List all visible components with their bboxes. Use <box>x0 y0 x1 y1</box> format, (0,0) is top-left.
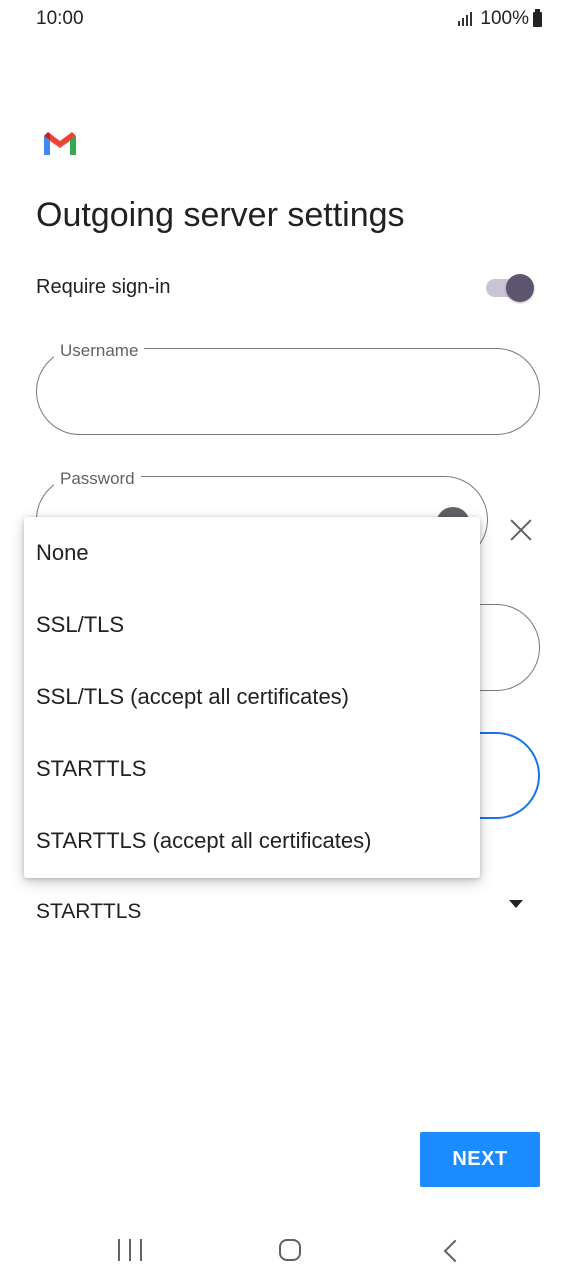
toggle-thumb <box>506 274 534 302</box>
status-indicators: 100% <box>458 8 542 30</box>
navigation-bar <box>0 1215 576 1286</box>
require-signin-label: Require sign-in <box>36 276 171 298</box>
security-type-value[interactable]: STARTTLS <box>36 900 141 924</box>
menu-item-none[interactable]: None <box>36 529 466 577</box>
status-time: 10:00 <box>36 8 84 29</box>
password-label: Password <box>54 469 141 489</box>
status-bar: 10:00 100% <box>0 0 576 40</box>
menu-item-ssl-tls[interactable]: SSL/TLS <box>36 601 466 649</box>
username-field[interactable] <box>36 348 540 435</box>
battery-icon <box>533 8 542 27</box>
security-type-menu: None SSL/TLS SSL/TLS (accept all certifi… <box>24 517 480 878</box>
back-icon[interactable] <box>443 1239 467 1263</box>
username-label: Username <box>54 341 145 361</box>
recent-apps-icon[interactable] <box>118 1239 142 1261</box>
next-button[interactable]: NEXT <box>420 1132 540 1187</box>
menu-item-ssl-tls-accept-all[interactable]: SSL/TLS (accept all certificates) <box>36 673 466 721</box>
dropdown-arrow-icon[interactable] <box>509 900 523 908</box>
require-signin-toggle[interactable] <box>486 274 536 302</box>
signal-icon <box>458 12 474 26</box>
menu-item-starttls[interactable]: STARTTLS <box>36 745 466 793</box>
menu-item-starttls-accept-all[interactable]: STARTTLS (accept all certificates) <box>36 817 466 865</box>
home-icon[interactable] <box>279 1239 301 1261</box>
clear-password-icon[interactable] <box>505 514 537 546</box>
battery-percentage: 100% <box>480 8 529 29</box>
page-title: Outgoing server settings <box>36 196 405 234</box>
gmail-logo-icon <box>44 132 76 155</box>
